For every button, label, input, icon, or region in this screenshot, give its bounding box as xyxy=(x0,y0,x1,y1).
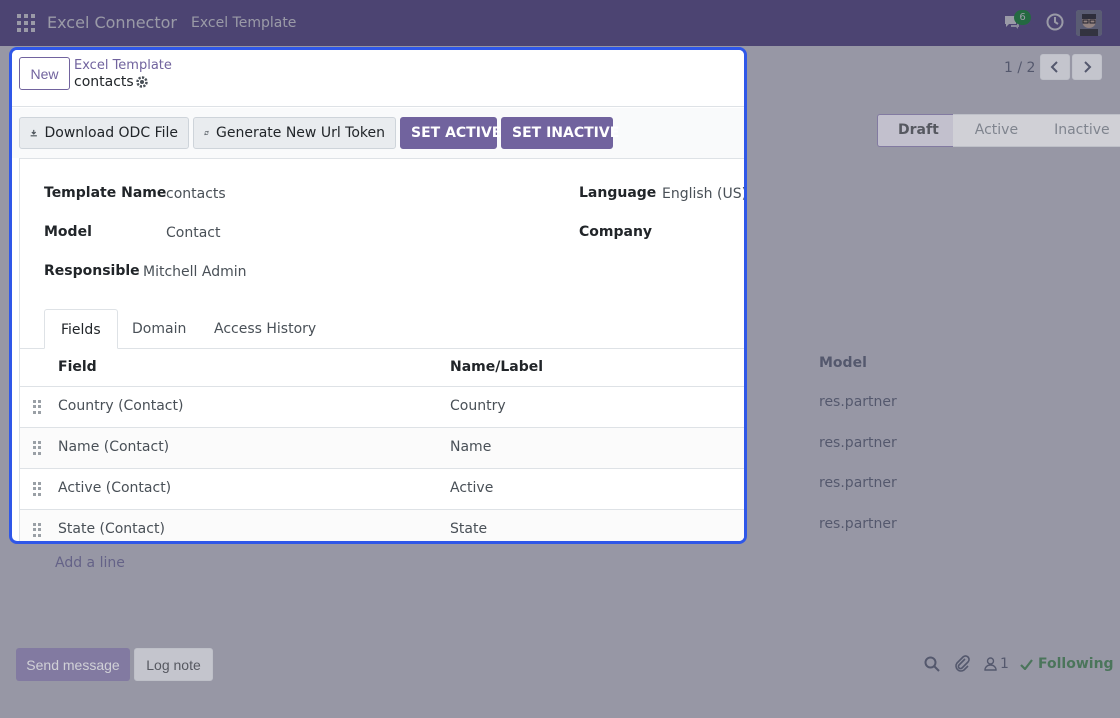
chevron-left-icon xyxy=(1050,61,1058,73)
app-name[interactable]: Excel Connector xyxy=(47,13,177,32)
set-active-label: SET ACTIVE xyxy=(411,125,502,141)
set-inactive-label: SET INACTIVE xyxy=(512,125,620,141)
paperclip-icon[interactable] xyxy=(954,655,970,672)
followers-count: 1 xyxy=(1000,656,1009,672)
add-line-visible[interactable]: Add a line xyxy=(55,555,125,571)
check-icon xyxy=(1020,658,1033,670)
language-field[interactable]: English (US) xyxy=(662,186,744,202)
model-field[interactable]: Contact xyxy=(166,225,220,241)
responsible-field[interactable]: Mitchell Admin xyxy=(143,264,247,280)
top-navbar: Excel Connector Excel Template 6 xyxy=(0,0,1120,46)
pager-previous-button[interactable] xyxy=(1040,54,1070,80)
following-label: Following xyxy=(1038,656,1114,672)
chat-count-badge: 6 xyxy=(1014,10,1031,25)
drag-handle-icon[interactable] xyxy=(33,482,41,496)
generate-token-label: Generate New Url Token xyxy=(216,125,385,141)
table-header: Field Name/Label Model xyxy=(20,349,744,387)
menu-item-excel-template[interactable]: Excel Template xyxy=(191,15,296,31)
row-model-visible: res.partner xyxy=(819,475,897,491)
set-inactive-button[interactable]: SET INACTIVE xyxy=(501,117,619,149)
new-button[interactable]: New xyxy=(19,57,70,90)
breadcrumb-parent[interactable]: Excel Template xyxy=(74,58,172,73)
send-message-button[interactable]: Send message xyxy=(16,648,130,681)
following-button[interactable]: Following xyxy=(1020,656,1114,672)
responsible-label: Responsible xyxy=(44,263,140,279)
row-label: Country xyxy=(450,398,506,414)
row-label: State xyxy=(450,521,488,537)
generate-token-button[interactable]: Generate New Url Token xyxy=(193,117,396,149)
drag-handle-icon[interactable] xyxy=(33,441,41,455)
status-stages: Draft Active Inactive xyxy=(877,114,1120,147)
search-icon[interactable] xyxy=(924,656,940,672)
download-odc-button[interactable]: Download ODC File xyxy=(19,117,189,149)
status-bar: Download ODC File Generate New Url Token… xyxy=(12,108,744,158)
apps-grid-icon[interactable] xyxy=(17,14,35,32)
template-name-field[interactable]: contacts xyxy=(166,186,226,202)
notebook-tabs: Fields Domain Access History xyxy=(20,309,744,349)
column-header-field[interactable]: Field xyxy=(58,359,97,375)
table-row[interactable]: Active (Contact) Active res.partner xyxy=(20,469,744,510)
drag-handle-icon[interactable] xyxy=(33,400,41,414)
fields-table: Field Name/Label Model Country (Contact)… xyxy=(20,349,744,541)
row-field: Name (Contact) xyxy=(58,439,170,455)
user-icon xyxy=(984,657,997,671)
followers-button[interactable]: 1 xyxy=(984,656,1009,672)
company-label: Company xyxy=(579,224,653,240)
focus-highlight: New Excel Template contacts Download ODC… xyxy=(9,47,747,544)
user-avatar[interactable] xyxy=(1076,10,1102,36)
table-row[interactable]: Country (Contact) Country res.partner xyxy=(20,387,744,428)
log-note-button[interactable]: Log note xyxy=(134,648,213,681)
breadcrumb-current: contacts xyxy=(74,74,134,90)
stage-active[interactable]: Active xyxy=(952,114,1033,147)
download-odc-label: Download ODC File xyxy=(44,125,179,141)
set-active-button[interactable]: SET ACTIVE xyxy=(400,117,501,149)
row-model-visible: res.partner xyxy=(819,516,897,532)
row-model-visible: res.partner xyxy=(819,394,897,410)
form-sheet: Template Name contacts Model Contact Res… xyxy=(19,158,744,541)
download-icon xyxy=(30,129,37,137)
stage-draft[interactable]: Draft xyxy=(877,114,953,147)
column-header-model-visible: Model xyxy=(819,355,867,371)
control-panel: New Excel Template contacts xyxy=(12,50,744,107)
activity-clock-icon[interactable] xyxy=(1046,13,1064,31)
column-header-name-label[interactable]: Name/Label xyxy=(450,359,543,375)
drag-handle-icon[interactable] xyxy=(33,523,41,537)
table-row[interactable]: Name (Contact) Name res.partner xyxy=(20,428,744,469)
template-name-label: Template Name xyxy=(44,185,167,201)
pager-value[interactable]: 1 / 2 xyxy=(1004,60,1035,76)
row-field: State (Contact) xyxy=(58,521,165,537)
tab-fields[interactable]: Fields xyxy=(44,309,118,349)
tab-access-history[interactable]: Access History xyxy=(198,309,332,349)
table-row[interactable]: State (Contact) State res.partner xyxy=(20,510,744,541)
row-field: Country (Contact) xyxy=(58,398,184,414)
gear-icon[interactable] xyxy=(135,75,149,89)
row-field: Active (Contact) xyxy=(58,480,172,496)
refresh-icon xyxy=(204,130,209,136)
row-model-visible: res.partner xyxy=(819,435,897,451)
pager-next-button[interactable] xyxy=(1072,54,1102,80)
model-label: Model xyxy=(44,224,92,240)
row-label: Active xyxy=(450,480,494,496)
language-label: Language xyxy=(579,185,657,201)
row-label: Name xyxy=(450,439,492,455)
stage-inactive[interactable]: Inactive xyxy=(1032,114,1120,147)
chevron-right-icon xyxy=(1084,61,1092,73)
tab-domain[interactable]: Domain xyxy=(116,309,202,349)
